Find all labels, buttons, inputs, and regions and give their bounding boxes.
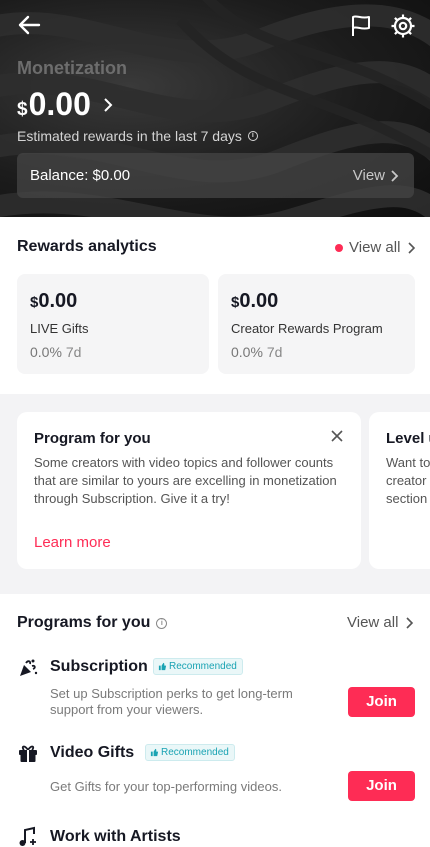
currency-symbol: $: [17, 99, 28, 120]
card-amount: $ 0.00: [231, 290, 278, 313]
view-label: View: [352, 167, 385, 184]
creator-rewards-card[interactable]: $ 0.00 Creator Rewards Program 0.0% 7d: [218, 274, 415, 374]
settings-button[interactable]: [386, 9, 420, 43]
balance-row[interactable]: Balance: $0.00 View: [17, 153, 414, 198]
card-title: Program for you: [34, 430, 151, 447]
flag-icon: [352, 15, 370, 36]
report-button[interactable]: [345, 10, 377, 42]
thumbs-up-icon: [150, 748, 159, 757]
rewards-view-all-link[interactable]: View all: [335, 239, 416, 256]
program-name: Video Gifts: [50, 744, 135, 761]
card-change: 0.0% 7d: [30, 344, 81, 360]
estimated-text: Estimated rewards in the last 7 days: [17, 128, 242, 144]
card-amount-value: 0.00: [38, 290, 78, 312]
programs-view-all-link[interactable]: View all: [347, 614, 414, 631]
programs-title: Programs for you: [17, 614, 151, 631]
join-video-gifts-button[interactable]: Join: [348, 771, 415, 801]
card-percent: 0.0%: [231, 344, 263, 360]
page-title: Monetization: [17, 58, 127, 78]
back-button[interactable]: [12, 10, 46, 40]
close-icon[interactable]: [330, 429, 344, 443]
program-suggestion-card-2[interactable]: Level u Want to creator section: [369, 412, 430, 569]
program-description: Set up Subscription perks to get long-te…: [50, 686, 293, 717]
rewards-analytics-section: Rewards analytics View all $ 0.00 LIVE G…: [0, 217, 430, 394]
subscription-icon: [20, 659, 38, 676]
card-period: 7d: [65, 344, 82, 360]
info-icon[interactable]: i: [156, 617, 168, 629]
programs-for-you-section: Programs for you i View all Subscription…: [0, 594, 430, 847]
back-arrow-icon: [18, 15, 41, 35]
chevron-right-icon: [406, 616, 414, 629]
learn-more-link[interactable]: Learn more: [34, 534, 111, 551]
notification-dot: [335, 243, 343, 252]
programs-title-row: Programs for you i: [17, 614, 168, 632]
card-description: Want to creator section: [386, 455, 430, 506]
amount-value: 0.00: [28, 86, 91, 122]
monetization-page: Monetization $ 0.00 Estimated rewards in…: [0, 0, 430, 847]
chevron-right-icon: [391, 169, 399, 182]
card-amount: $ 0.00: [30, 290, 77, 313]
card-currency: $: [231, 294, 240, 311]
join-subscription-button[interactable]: Join: [348, 687, 415, 717]
live-gifts-card[interactable]: $ 0.00 LIVE Gifts 0.0% 7d: [17, 274, 209, 374]
card-description: Some creators with video topics and foll…: [34, 455, 337, 506]
card-name: LIVE Gifts: [30, 321, 89, 336]
recommended-badge: Recommended: [145, 744, 235, 761]
card-change: 0.0% 7d: [231, 344, 282, 360]
card-amount-value: 0.00: [239, 290, 279, 312]
earnings-header: Monetization $ 0.00 Estimated rewards in…: [0, 0, 430, 217]
rewards-analytics-title: Rewards analytics: [17, 238, 157, 255]
amount-chevron-icon[interactable]: [103, 97, 113, 118]
view-all-label: View all: [349, 239, 401, 256]
card-name: Creator Rewards Program: [231, 321, 383, 336]
program-suggestion-card[interactable]: Program for you Some creators with video…: [17, 412, 361, 569]
badge-label: Recommended: [161, 747, 229, 758]
badge-label: Recommended: [169, 661, 237, 672]
recommended-badge: Recommended: [153, 658, 243, 675]
thumbs-up-icon: [158, 662, 167, 671]
gift-icon: [19, 745, 37, 762]
program-description: Get Gifts for your top-performing videos…: [50, 779, 282, 794]
music-note-icon: [19, 826, 36, 846]
card-percent: 0.0%: [30, 344, 62, 360]
balance-view-link[interactable]: View: [353, 167, 399, 184]
estimated-label: Estimated rewards in the last 7 days i: [17, 128, 258, 144]
card-currency: $: [30, 294, 39, 311]
gear-icon: [391, 14, 415, 38]
card-period: 7d: [266, 344, 283, 360]
balance-label: Balance: $0.00: [30, 167, 131, 184]
estimated-amount[interactable]: $ 0.00: [17, 86, 91, 123]
chevron-right-icon: [408, 241, 416, 254]
card-title: Level u: [386, 430, 430, 447]
program-name: Subscription: [50, 658, 148, 675]
info-icon[interactable]: i: [247, 131, 258, 141]
view-all-label: View all: [347, 614, 399, 631]
program-carousel[interactable]: Program for you Some creators with video…: [0, 394, 430, 594]
program-name: Work with Artists: [50, 828, 181, 845]
